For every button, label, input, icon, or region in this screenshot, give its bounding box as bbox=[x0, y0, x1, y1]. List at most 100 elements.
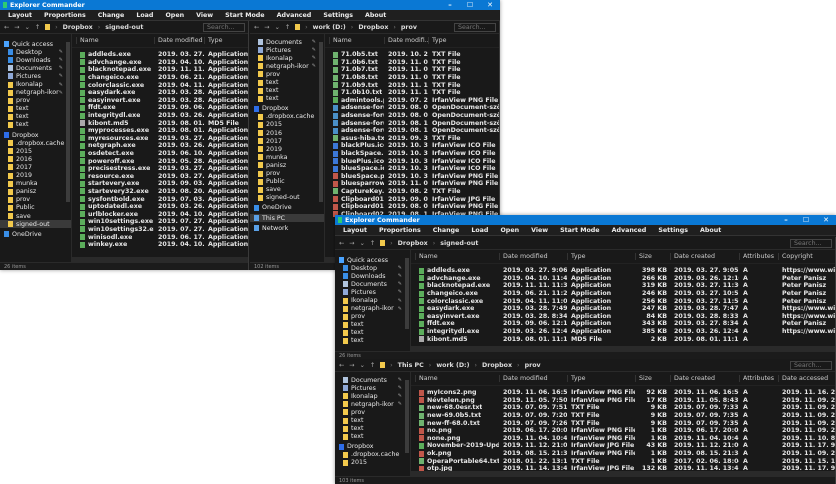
column-header[interactable]: Type bbox=[428, 37, 499, 44]
file-row[interactable]: blacknotepad.exe 2019. 11. 11. 11:31 Appli… bbox=[415, 282, 835, 290]
file-row[interactable]: precisestress.exe 2019. 03. 27. 16:... App… bbox=[76, 165, 248, 173]
menu-start-mode[interactable]: Start Mode bbox=[554, 227, 605, 234]
file-row[interactable]: integritydl.exe 2019. 03. 26. 12:... Appli… bbox=[76, 112, 248, 120]
file-row[interactable]: Clipboard01a... 2019. 08. 02. ... IrfanVie… bbox=[329, 203, 499, 211]
column-header[interactable]: Type bbox=[567, 375, 635, 382]
menu-layout[interactable]: Layout bbox=[337, 227, 373, 234]
column-header[interactable]: Date accessed bbox=[778, 375, 835, 382]
breadcrumb-item[interactable]: prov bbox=[401, 24, 417, 31]
menu-view[interactable]: View bbox=[525, 227, 554, 234]
column-header[interactable]: Date modified bbox=[499, 253, 567, 260]
file-row[interactable]: integritydl.exe 2019. 03. 26. 12:49 Applic… bbox=[415, 328, 835, 336]
tree-item[interactable]: signed-out bbox=[250, 194, 324, 202]
forward-icon[interactable]: → bbox=[264, 24, 269, 31]
menu-proportions[interactable]: Proportions bbox=[38, 12, 92, 19]
column-header[interactable]: Attributes bbox=[739, 375, 778, 382]
tree-item[interactable]: .dropbox.cache bbox=[250, 113, 324, 121]
file-row[interactable]: ffdt.exe 2019. 09. 06. 12:... Application bbox=[76, 104, 248, 112]
tree-item[interactable]: save bbox=[250, 186, 324, 194]
horizontal-scrollbar[interactable] bbox=[72, 257, 248, 262]
tree-item[interactable]: OneDrive bbox=[0, 230, 71, 238]
file-row[interactable]: win10settings.exe 2019. 07. 27. 14:... App… bbox=[76, 218, 248, 226]
breadcrumb-item[interactable]: Dropbox bbox=[398, 240, 428, 247]
breadcrumb-item[interactable]: prov bbox=[525, 362, 541, 369]
tree-item[interactable]: text bbox=[335, 337, 410, 345]
menu-settings[interactable]: Settings bbox=[652, 227, 694, 234]
tree-item[interactable]: prov bbox=[250, 70, 324, 78]
back-icon[interactable]: ← bbox=[4, 24, 9, 31]
tree-item[interactable]: panisz bbox=[250, 161, 324, 169]
tree-item[interactable]: Public bbox=[250, 178, 324, 186]
file-row[interactable]: urlblocker.exe 2019. 04. 10. 13:... Applic… bbox=[76, 210, 248, 218]
tree-item[interactable]: Dropbox bbox=[0, 131, 71, 139]
breadcrumb-item[interactable]: work (D:) bbox=[436, 362, 469, 369]
breadcrumb-item[interactable]: signed-out bbox=[105, 24, 143, 31]
tree-item[interactable]: prov bbox=[0, 196, 71, 204]
tree-item[interactable]: This PC bbox=[250, 213, 324, 223]
search-input[interactable]: Search... bbox=[203, 22, 245, 32]
menu-view[interactable]: View bbox=[190, 12, 219, 19]
breadcrumb-item[interactable]: signed-out bbox=[440, 240, 478, 247]
tree-item[interactable]: Quick access bbox=[0, 40, 71, 48]
file-row[interactable]: changeico.exe 2019. 06. 21. 11:... Applica… bbox=[76, 74, 248, 82]
tree-item[interactable]: text bbox=[335, 321, 410, 329]
tree-item[interactable]: text bbox=[335, 433, 410, 441]
tree-item[interactable]: 2017 bbox=[250, 137, 324, 145]
up-icon[interactable]: ↑ bbox=[285, 24, 290, 31]
tree-item[interactable]: 2015 bbox=[250, 121, 324, 129]
tree-item[interactable]: Ikonalap ✎ bbox=[335, 392, 410, 400]
breadcrumb-item[interactable]: Dropbox bbox=[358, 24, 388, 31]
column-header[interactable]: Name bbox=[329, 37, 384, 44]
file-row[interactable]: new-69.0b5.txt 2019. 07. 09. 7:20 TXT File… bbox=[415, 412, 835, 420]
column-header[interactable]: Date created bbox=[670, 375, 739, 382]
file-row[interactable]: 71.0b10.txt 2019. 11. 15. ... TXT File bbox=[329, 89, 499, 97]
tree-item[interactable]: Public bbox=[0, 204, 71, 212]
file-row[interactable]: netgraph.exe 2019. 03. 26. 16:... Applicat… bbox=[76, 142, 248, 150]
tree-item[interactable]: Desktop ✎ bbox=[0, 48, 71, 56]
file-row[interactable]: adsense-foru... 2019. 08. 12. ... OpenDocu… bbox=[329, 127, 499, 135]
file-row[interactable]: myresources.exe 2019. 03. 27. 15:... Appli… bbox=[76, 135, 248, 143]
menu-layout[interactable]: Layout bbox=[2, 12, 38, 19]
breadcrumb-item[interactable]: Dropbox bbox=[63, 24, 93, 31]
tree-item[interactable]: text bbox=[335, 416, 410, 424]
file-row[interactable]: sysfontbold.exe 2019. 07. 03. 23:... Appli… bbox=[76, 195, 248, 203]
file-row[interactable]: Clipboard01.j... 2019. 09. 01. ... IrfanVi… bbox=[329, 195, 499, 203]
tree-item[interactable]: 2016 bbox=[0, 155, 71, 163]
tree-item[interactable]: OneDrive bbox=[250, 204, 324, 212]
file-row[interactable]: bluesparrow... 2019. 11. 05. ... IrfanView… bbox=[329, 180, 499, 188]
file-row[interactable]: myprocesses.exe 2019. 08. 01. 11:... Appli… bbox=[76, 127, 248, 135]
tree-item[interactable]: Pictures ✎ bbox=[250, 46, 324, 54]
column-header[interactable]: Name bbox=[415, 375, 499, 382]
file-row[interactable]: easyinvert.exe 2019. 03. 28. 8:34 Applicat… bbox=[415, 313, 835, 321]
search-input[interactable]: Search... bbox=[790, 238, 832, 248]
file-row[interactable]: 71.0b8.txt 2019. 11. 08. ... TXT File bbox=[329, 74, 499, 82]
menu-advanced[interactable]: Advanced bbox=[606, 227, 653, 234]
file-row[interactable]: easyinvert.exe 2019. 03. 28. 8:34 Applicat… bbox=[76, 97, 248, 105]
tree-item[interactable]: Downloads ✎ bbox=[335, 272, 410, 280]
file-row[interactable]: kibont.md5 2019. 08. 01. 11:10 MD5 File 2 K… bbox=[415, 335, 835, 343]
menu-change[interactable]: Change bbox=[427, 227, 466, 234]
file-row[interactable]: none.png 2019. 11. 04. 10:46 IrfanView PNG… bbox=[415, 435, 835, 443]
tree-item[interactable]: prov bbox=[335, 313, 410, 321]
menu-about[interactable]: About bbox=[359, 12, 392, 19]
close-button[interactable]: ✕ bbox=[480, 0, 500, 10]
file-row[interactable]: ffdt.exe 2019. 09. 06. 12:18 Application 34… bbox=[415, 320, 835, 328]
tree-item[interactable]: 2016 bbox=[250, 129, 324, 137]
file-row[interactable]: ok.png 2019. 08. 15. 21:38 IrfanView PNG F… bbox=[415, 450, 835, 458]
column-header[interactable]: Size bbox=[635, 253, 670, 260]
tree-item[interactable]: 2019 bbox=[0, 172, 71, 180]
menu-load[interactable]: Load bbox=[130, 12, 159, 19]
tree-item[interactable]: 2017 bbox=[0, 163, 71, 171]
tree-item[interactable]: .dropbox.cache bbox=[335, 451, 410, 459]
tree-item[interactable]: text bbox=[250, 78, 324, 86]
menu-start-mode[interactable]: Start Mode bbox=[219, 12, 270, 19]
file-row[interactable]: 71.0b9.txt 2019. 11. 12. ... TXT File bbox=[329, 81, 499, 89]
minimize-button[interactable]: – bbox=[776, 215, 796, 225]
breadcrumb-item[interactable]: Dropbox bbox=[482, 362, 512, 369]
file-row[interactable]: bluePlus.ico 2019. 10. 31. ... IrfanView I… bbox=[329, 157, 499, 165]
tree-item[interactable]: .dropbox.cache bbox=[0, 139, 71, 147]
tree-item[interactable]: text bbox=[0, 105, 71, 113]
horizontal-scrollbar[interactable] bbox=[411, 346, 835, 351]
file-row[interactable]: new-ff-68.0.txt 2019. 07. 09. 7:26 TXT Fil… bbox=[415, 419, 835, 427]
column-header[interactable]: Attributes bbox=[739, 253, 778, 260]
